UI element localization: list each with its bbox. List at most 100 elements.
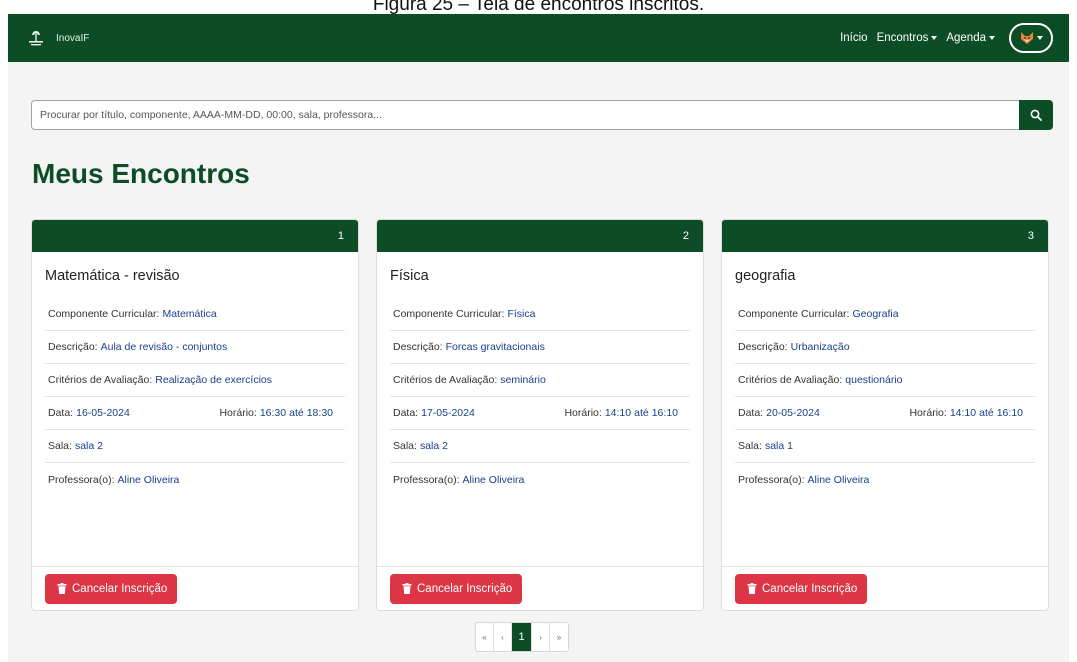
criterios-value: questionário — [845, 374, 903, 386]
field-label: Data: — [738, 407, 764, 419]
pagination-prev[interactable]: ‹ — [494, 623, 512, 651]
componente-row: Componente Curricular: Matemática — [45, 298, 345, 331]
search-button[interactable] — [1019, 100, 1053, 130]
descricao-value: Urbanização — [790, 341, 850, 353]
user-menu-button[interactable] — [1009, 23, 1053, 53]
encontro-card-3: 3 geografia Componente Curricular: Geogra… — [721, 219, 1049, 611]
trash-icon — [57, 583, 67, 594]
nav-dropdown-encontros[interactable]: Encontros — [877, 32, 938, 44]
sala-value: sala 1 — [764, 440, 793, 452]
data-horario-row: Data: 17-05-2024 Horário: 14:10 até 16:10 — [390, 397, 690, 430]
criterios-row: Critérios de Avaliação: questionário — [735, 364, 1035, 397]
componente-row: Componente Curricular: Geografia — [735, 298, 1035, 331]
horario-inicio-value: 16:30 — [259, 407, 287, 419]
pagination-last[interactable]: » — [550, 623, 568, 651]
horario-field: Horário: 14:10 até 16:10 — [909, 407, 1023, 419]
encontro-card-1: 1 Matemática - revisão Componente Curric… — [31, 219, 359, 611]
caret-down-icon — [1037, 36, 1043, 40]
brand[interactable]: InovaIF — [26, 28, 89, 48]
professora-row: Professora(o): Aline Oliveira — [45, 463, 345, 496]
field-label: Componente Curricular: — [393, 308, 505, 320]
sala-row: Sala: sala 2 — [45, 430, 345, 463]
data-field: Data: 20-05-2024 — [738, 407, 820, 419]
nav-dropdown-agenda[interactable]: Agenda — [946, 32, 995, 44]
pagination-first[interactable]: « — [476, 623, 494, 651]
field-label: Professora(o): — [48, 473, 115, 486]
brand-logo-icon — [29, 31, 43, 46]
card-footer: Cancelar Inscrição — [377, 566, 703, 610]
descricao-value: Forcas gravitacionais — [445, 341, 545, 353]
componente-value: Matemática — [162, 308, 217, 320]
horario-field: Horário: 16:30 até 18:30 — [219, 407, 333, 419]
card-number: 1 — [337, 230, 344, 242]
field-label: Critérios de Avaliação: — [48, 374, 153, 386]
descricao-value: Aula de revisão - conjuntos — [100, 341, 228, 353]
horario-fim-value: 16:10 — [996, 407, 1023, 419]
cancel-button-label: Cancelar Inscrição — [72, 582, 168, 595]
cancel-inscricao-button[interactable]: Cancelar Inscrição — [735, 573, 868, 604]
ate-label: até — [634, 407, 649, 419]
data-horario-row: Data: 16-05-2024 Horário: 16:30 até 18:30 — [45, 397, 345, 430]
card-header: 3 — [722, 220, 1048, 252]
data-horario-row: Data: 20-05-2024 Horário: 14:10 até 16:10 — [735, 397, 1035, 430]
caret-down-icon — [931, 36, 938, 40]
field-label: Descrição: — [393, 341, 443, 353]
field-label: Sala: — [393, 440, 417, 452]
field-label: Professora(o): — [393, 473, 460, 486]
field-label: Componente Curricular: — [738, 308, 850, 320]
data-field: Data: 16-05-2024 — [48, 407, 130, 419]
professora-row: Professora(o): Aline Oliveira — [735, 463, 1035, 496]
horario-inicio-value: 14:10 — [949, 407, 977, 419]
card-body: Matemática - revisão Componente Curricul… — [32, 268, 358, 496]
field-label: Descrição: — [738, 341, 788, 353]
cancel-inscricao-button[interactable]: Cancelar Inscrição — [45, 573, 178, 604]
professora-row: Professora(o): Aline Oliveira — [390, 463, 690, 496]
componente-value: Física — [507, 308, 536, 320]
descricao-row: Descrição: Urbanização — [735, 331, 1035, 364]
pagination: « ‹ 1 › » — [475, 622, 569, 652]
horario-fim-value: 16:10 — [651, 407, 678, 419]
nav-link-label: Início — [840, 32, 868, 44]
card-body: geografia Componente Curricular: Geografi… — [722, 268, 1048, 496]
data-value: 20-05-2024 — [766, 407, 820, 419]
data-value: 17-05-2024 — [421, 407, 475, 419]
descricao-row: Descrição: Aula de revisão - conjuntos — [45, 331, 345, 364]
trash-icon — [747, 583, 757, 594]
card-title: geografia — [735, 268, 796, 284]
field-label: Critérios de Avaliação: — [738, 374, 843, 386]
sala-value: sala 2 — [74, 440, 103, 452]
search-bar — [31, 100, 1053, 130]
sala-row: Sala: sala 1 — [735, 430, 1035, 463]
componente-value: Geografia — [852, 308, 899, 320]
criterios-row: Critérios de Avaliação: seminário — [390, 364, 690, 397]
criterios-value: seminário — [500, 374, 546, 386]
navbar: InovaIF Início Encontros Agenda — [8, 14, 1069, 62]
field-label: Critérios de Avaliação: — [393, 374, 498, 386]
sala-value: sala 2 — [419, 440, 448, 452]
pagination-page-current[interactable]: 1 — [512, 623, 532, 651]
professora-value: Aline Oliveira — [117, 473, 180, 486]
caret-down-icon — [989, 36, 995, 40]
cancel-button-label: Cancelar Inscrição — [762, 582, 858, 595]
card-header: 2 — [377, 220, 703, 252]
professora-value: Aline Oliveira — [807, 473, 870, 486]
field-label: Professora(o): — [738, 473, 805, 486]
field-label: Componente Curricular: — [48, 308, 160, 320]
professora-value: Aline Oliveira — [462, 473, 525, 486]
criterios-row: Critérios de Avaliação: Realização de exe… — [45, 364, 345, 397]
brand-name: InovaIF — [56, 32, 90, 44]
nav-link-inicio[interactable]: Início — [840, 32, 868, 44]
field-label: Horário: — [564, 407, 602, 419]
nav-menu: Início Encontros Agenda — [831, 23, 1053, 53]
search-input[interactable] — [31, 100, 1019, 130]
pagination-next[interactable]: › — [532, 623, 550, 651]
card-footer: Cancelar Inscrição — [722, 566, 1048, 610]
nav-link-label: Agenda — [946, 32, 986, 44]
cancel-inscricao-button[interactable]: Cancelar Inscrição — [390, 573, 523, 604]
field-label: Data: — [393, 407, 419, 419]
page-title: Meus Encontros — [32, 158, 250, 189]
encontro-card-2: 2 Física Componente Curricular: Física De… — [376, 219, 704, 611]
card-title: Física — [390, 268, 429, 284]
field-label: Data: — [48, 407, 74, 419]
trash-icon — [402, 583, 412, 594]
